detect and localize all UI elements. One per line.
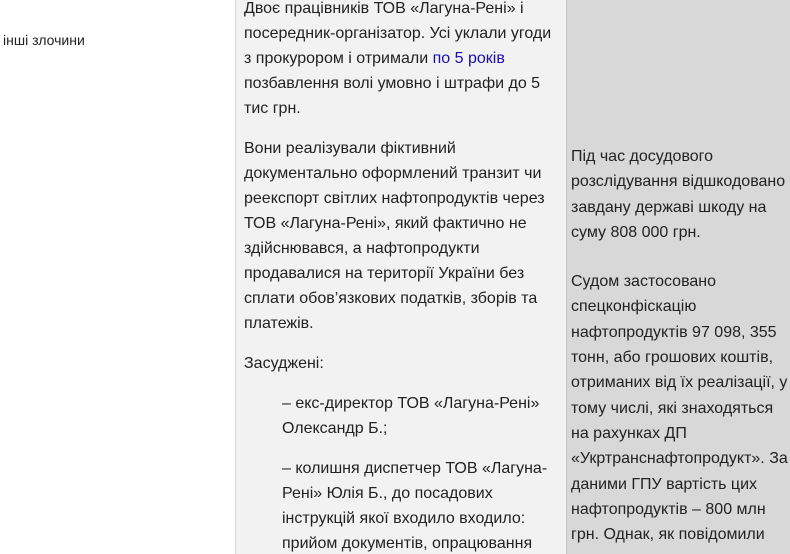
convicted-heading: Засуджені: (244, 355, 324, 372)
cases-table: інші злочини Двоє працівників ТОВ «Лагун… (0, 0, 790, 554)
scheme-description: Вони реалізували фіктивний документально… (244, 140, 545, 332)
convicted-item-director: – екс-директор ТОВ «Лагуна-Рені» Олексан… (282, 395, 540, 437)
convicted-summary: Двоє працівників ТОВ «Лагуна-Рені» і пос… (244, 0, 559, 121)
damages-recovered: Під час досудового розслідування відшкод… (571, 148, 786, 241)
sentence-link[interactable]: по 5 років (433, 50, 505, 67)
convicted-item-dispatcher: – колишня диспетчер ТОВ «Лагуна-Рені» Юл… (282, 460, 548, 552)
convicted-summary-text-a: Двоє працівників ТОВ «Лагуна-Рені» і пос… (244, 0, 552, 67)
convicted-summary-text-b: позбавлення волі умовно і штрафи до 5 ти… (244, 75, 541, 117)
case-details-cell: Двоє працівників ТОВ «Лагуна-Рені» і пос… (235, 0, 566, 554)
crime-type-cell: інші злочини (0, 0, 235, 554)
outcome-cell: Під час досудового розслідування відшкод… (566, 0, 790, 554)
crime-type-label: інші злочини (3, 32, 85, 48)
confiscation-info: Судом застосовано спецконфіскацію нафтоп… (571, 273, 788, 544)
